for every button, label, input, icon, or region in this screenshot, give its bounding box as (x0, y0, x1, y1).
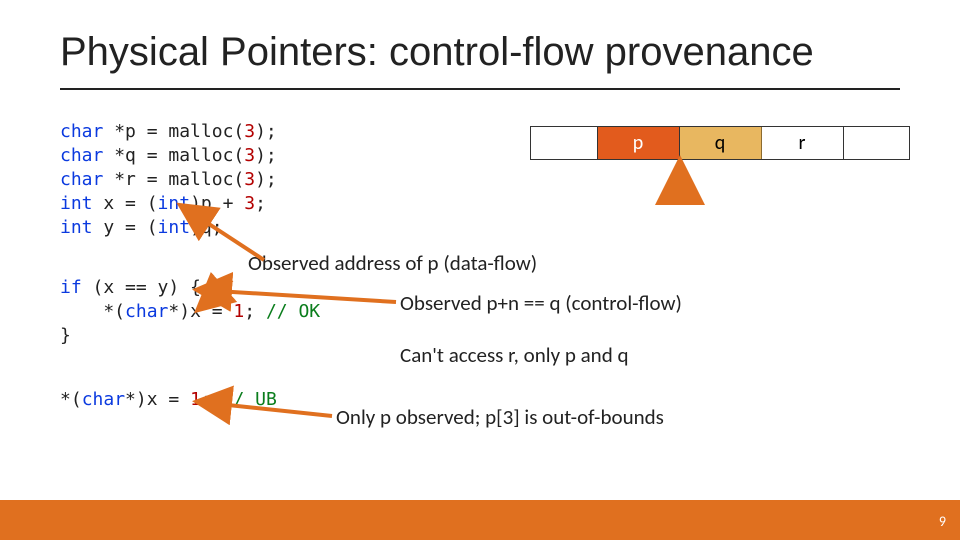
keyword: if (60, 277, 82, 298)
code-text: ); (255, 121, 277, 142)
code-block-ub: *(char*)x = 1; // UB (60, 388, 277, 412)
code-text: ; (255, 193, 266, 214)
comment: // UB (223, 389, 277, 410)
number: 1 (233, 301, 244, 322)
code-text: *r = malloc( (103, 169, 244, 190)
code-text: *)x = (125, 389, 190, 410)
annotation-controlflow: Observed p+n == q (control-flow) (400, 290, 682, 316)
mem-pad-right (844, 127, 910, 159)
code-text: (x == y) { (82, 277, 201, 298)
footer-bar (0, 500, 960, 540)
memory-layout: p q r (530, 126, 910, 160)
keyword: int (60, 217, 93, 238)
code-text: *( (60, 301, 125, 322)
code-text: )q; (190, 217, 223, 238)
code-block-if: if (x == y) { *(char*)x = 1; // OK } (60, 276, 320, 348)
keyword: char (60, 121, 103, 142)
code-text: ; (201, 389, 223, 410)
keyword: char (82, 389, 125, 410)
number: 1 (190, 389, 201, 410)
annotation-oob: Only p observed; p[3] is out-of-bounds (336, 404, 664, 430)
code-text: *p = malloc( (103, 121, 244, 142)
title-underline (60, 88, 900, 90)
keyword: char (60, 145, 103, 166)
number: 3 (244, 121, 255, 142)
code-text: y = ( (93, 217, 158, 238)
code-text: } (60, 325, 71, 346)
code-text: ); (255, 169, 277, 190)
number: 3 (244, 169, 255, 190)
comment: // OK (266, 301, 320, 322)
code-text: *q = malloc( (103, 145, 244, 166)
page-number: 9 (939, 513, 946, 530)
keyword: int (158, 217, 191, 238)
code-text: ; (244, 301, 266, 322)
annotation-dataflow: Observed address of p (data-flow) (248, 250, 537, 276)
code-text: *( (60, 389, 82, 410)
mem-block-p: p (598, 127, 680, 159)
mem-pad-left (531, 127, 598, 159)
number: 3 (244, 145, 255, 166)
code-text: *)x = (168, 301, 233, 322)
keyword: int (60, 193, 93, 214)
annotation-no-r: Can't access r, only p and q (400, 342, 629, 368)
code-text: x = ( (93, 193, 158, 214)
keyword: char (125, 301, 168, 322)
code-block-declarations: char *p = malloc(3); char *q = malloc(3)… (60, 120, 277, 240)
number: 3 (244, 193, 255, 214)
slide-title: Physical Pointers: control-flow provenan… (60, 30, 814, 75)
mem-block-q: q (680, 127, 762, 159)
keyword: char (60, 169, 103, 190)
keyword: int (158, 193, 191, 214)
code-text: )p + (190, 193, 244, 214)
mem-block-r: r (762, 127, 844, 159)
code-text: ); (255, 145, 277, 166)
